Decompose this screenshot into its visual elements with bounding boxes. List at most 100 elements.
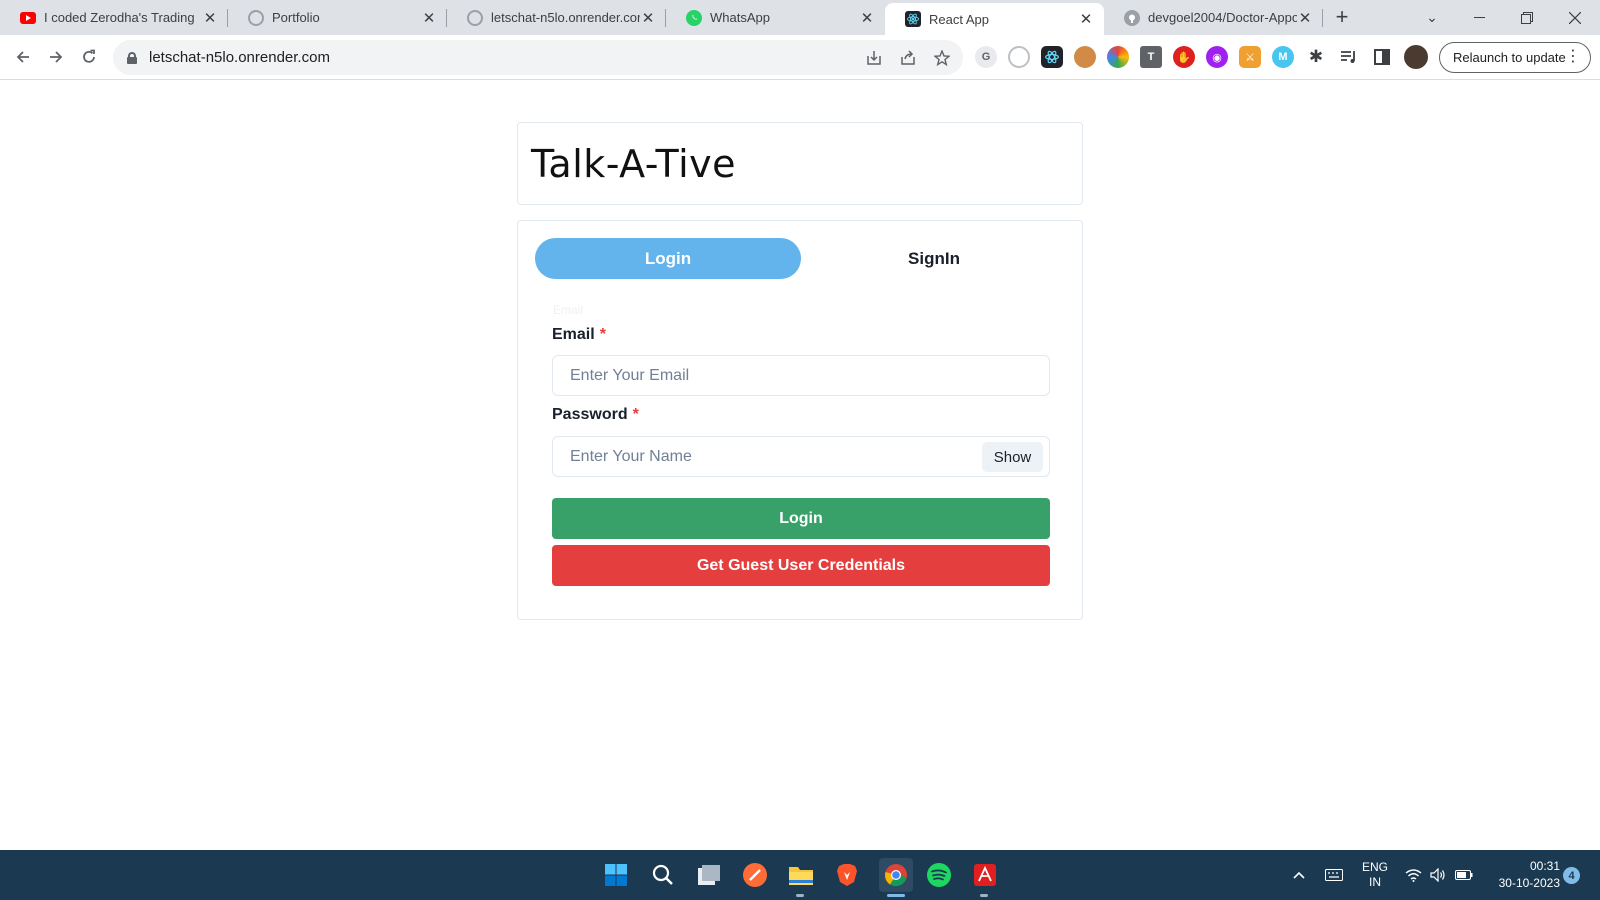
spotify-icon[interactable] xyxy=(925,861,953,889)
guest-credentials-button[interactable]: Get Guest User Credentials xyxy=(552,545,1050,586)
relaunch-to-update-button[interactable]: Relaunch to update ⋮ xyxy=(1439,42,1591,73)
puzzle-extensions-icon[interactable]: ✱ xyxy=(1305,46,1327,68)
show-password-button[interactable]: Show xyxy=(982,442,1043,472)
bookmark-star-icon[interactable] xyxy=(929,45,955,71)
language-indicator[interactable]: ENG IN xyxy=(1362,850,1388,900)
m-extension-icon[interactable]: M xyxy=(1272,46,1294,68)
close-tab-icon[interactable]: ✕ xyxy=(640,10,656,27)
email-field[interactable] xyxy=(552,355,1050,396)
restore-window-icon[interactable] xyxy=(1504,0,1550,35)
side-panel-icon[interactable] xyxy=(1371,46,1393,68)
globe-icon xyxy=(248,9,264,26)
new-tab-button[interactable]: + xyxy=(1330,6,1354,30)
forward-arrow-icon[interactable] xyxy=(42,43,70,71)
whatsapp-icon xyxy=(686,9,702,26)
password-label: Password * xyxy=(552,406,639,424)
email-label-text: Email xyxy=(552,326,595,343)
browser-tab-youtube[interactable]: I coded Zerodha's Trading ✕ xyxy=(0,0,228,35)
tab-separator xyxy=(1322,9,1323,27)
password-input[interactable] xyxy=(553,437,1049,476)
task-view-icon[interactable] xyxy=(695,861,723,889)
grammarly-extension-icon[interactable]: G xyxy=(975,46,997,68)
react-icon xyxy=(905,11,921,27)
file-explorer-icon[interactable] xyxy=(787,861,815,889)
color-wheel-extension-icon[interactable] xyxy=(1107,46,1129,68)
password-label-text: Password xyxy=(552,406,628,423)
close-tab-icon[interactable]: ✕ xyxy=(1078,11,1094,28)
browser-tab-portfolio[interactable]: Portfolio ✕ xyxy=(228,0,447,35)
share-icon[interactable] xyxy=(895,45,921,71)
url-text[interactable]: letschat-n5lo.onrender.com xyxy=(149,49,861,66)
close-tab-icon[interactable]: ✕ xyxy=(859,10,875,27)
clock-date: 30-10-2023 xyxy=(1498,876,1560,890)
chrome-browser-icon[interactable] xyxy=(879,858,913,892)
language-primary: ENG xyxy=(1362,860,1389,874)
reload-icon[interactable] xyxy=(75,43,103,71)
active-indicator xyxy=(887,894,905,897)
faint-background-text: Email xyxy=(553,303,584,317)
wifi-icon[interactable] xyxy=(1405,850,1422,900)
orange-extension-icon[interactable]: ⚔ xyxy=(1239,46,1261,68)
tab-login[interactable]: Login xyxy=(535,238,801,279)
browser-tab-strip: I coded Zerodha's Trading ✕ Portfolio ✕ … xyxy=(0,0,1600,35)
system-clock[interactable]: 00:31 30-10-2023 xyxy=(1480,858,1560,892)
brave-browser-icon[interactable] xyxy=(833,861,861,889)
battery-icon[interactable] xyxy=(1455,850,1473,900)
close-tab-icon[interactable]: ✕ xyxy=(1297,10,1313,27)
tab-signin[interactable]: SignIn xyxy=(801,238,1067,279)
login-button[interactable]: Login xyxy=(552,498,1050,539)
required-asterisk: * xyxy=(599,326,606,343)
postman-app-icon[interactable] xyxy=(741,861,769,889)
app-header-card: Talk-A-Tive xyxy=(517,122,1083,205)
acrobat-reader-icon[interactable] xyxy=(971,861,999,889)
app-title: Talk-A-Tive xyxy=(531,141,736,186)
close-window-icon[interactable] xyxy=(1552,0,1598,35)
browser-tab-github[interactable]: devgoel2004/Doctor-Appo ✕ xyxy=(1104,0,1323,35)
auth-card: Login SignIn Email Email* Password* Show… xyxy=(517,220,1083,620)
github-icon xyxy=(1124,9,1140,26)
email-input[interactable] xyxy=(553,356,1049,395)
language-secondary: IN xyxy=(1369,875,1381,889)
browser-tab-react-app[interactable]: React App ✕ xyxy=(885,3,1104,35)
browser-toolbar: letschat-n5lo.onrender.com G T ✋ ◉ ⚔ M ✱… xyxy=(0,35,1600,80)
search-icon[interactable] xyxy=(649,861,677,889)
purple-extension-icon[interactable]: ◉ xyxy=(1206,46,1228,68)
close-tab-icon[interactable]: ✕ xyxy=(421,10,437,27)
react-devtools-extension-icon[interactable] xyxy=(1041,46,1063,68)
dashed-circle-extension-icon[interactable] xyxy=(1008,46,1030,68)
tab-title: React App xyxy=(929,11,989,27)
auth-tabs: Login SignIn xyxy=(535,238,1067,279)
email-label: Email * xyxy=(552,326,606,344)
avatar-extension-icon[interactable] xyxy=(1074,46,1096,68)
minimize-window-icon[interactable] xyxy=(1456,0,1502,35)
keyboard-icon[interactable] xyxy=(1325,850,1343,900)
adblock-extension-icon[interactable]: ✋ xyxy=(1173,46,1195,68)
tab-title: letschat-n5lo.onrender.com xyxy=(491,10,640,25)
browser-tab-whatsapp[interactable]: WhatsApp ✕ xyxy=(666,0,885,35)
notification-badge[interactable]: 4 xyxy=(1563,867,1580,884)
lock-icon[interactable] xyxy=(127,51,137,64)
profile-avatar[interactable] xyxy=(1404,45,1428,69)
browser-tab-letschat[interactable]: letschat-n5lo.onrender.com ✕ xyxy=(447,0,666,35)
close-tab-icon[interactable]: ✕ xyxy=(202,10,218,27)
tab-search-chevron-icon[interactable]: ⌄ xyxy=(1409,0,1455,35)
tab-title: I coded Zerodha's Trading xyxy=(44,10,195,25)
volume-icon[interactable] xyxy=(1430,850,1446,900)
back-arrow-icon[interactable] xyxy=(9,43,37,71)
windows-start-icon[interactable] xyxy=(602,861,630,889)
show-hidden-icons-chevron[interactable] xyxy=(1293,850,1305,900)
address-bar[interactable]: letschat-n5lo.onrender.com xyxy=(113,40,963,75)
tab-title: WhatsApp xyxy=(710,10,770,25)
tab-title: Portfolio xyxy=(272,10,320,25)
media-control-icon[interactable] xyxy=(1338,46,1360,68)
install-app-icon[interactable] xyxy=(861,45,887,71)
windows-taskbar: ENG IN 00:31 30-10-2023 xyxy=(0,850,1600,900)
t-extension-icon[interactable]: T xyxy=(1140,46,1162,68)
more-menu-icon[interactable]: ⋮ xyxy=(1565,48,1581,66)
youtube-icon xyxy=(20,11,36,24)
required-asterisk: * xyxy=(632,406,639,423)
clock-time: 00:31 xyxy=(1529,859,1560,873)
password-field[interactable]: Show xyxy=(552,436,1050,477)
tab-title: devgoel2004/Doctor-Appo xyxy=(1148,10,1297,25)
running-indicator xyxy=(796,894,804,897)
